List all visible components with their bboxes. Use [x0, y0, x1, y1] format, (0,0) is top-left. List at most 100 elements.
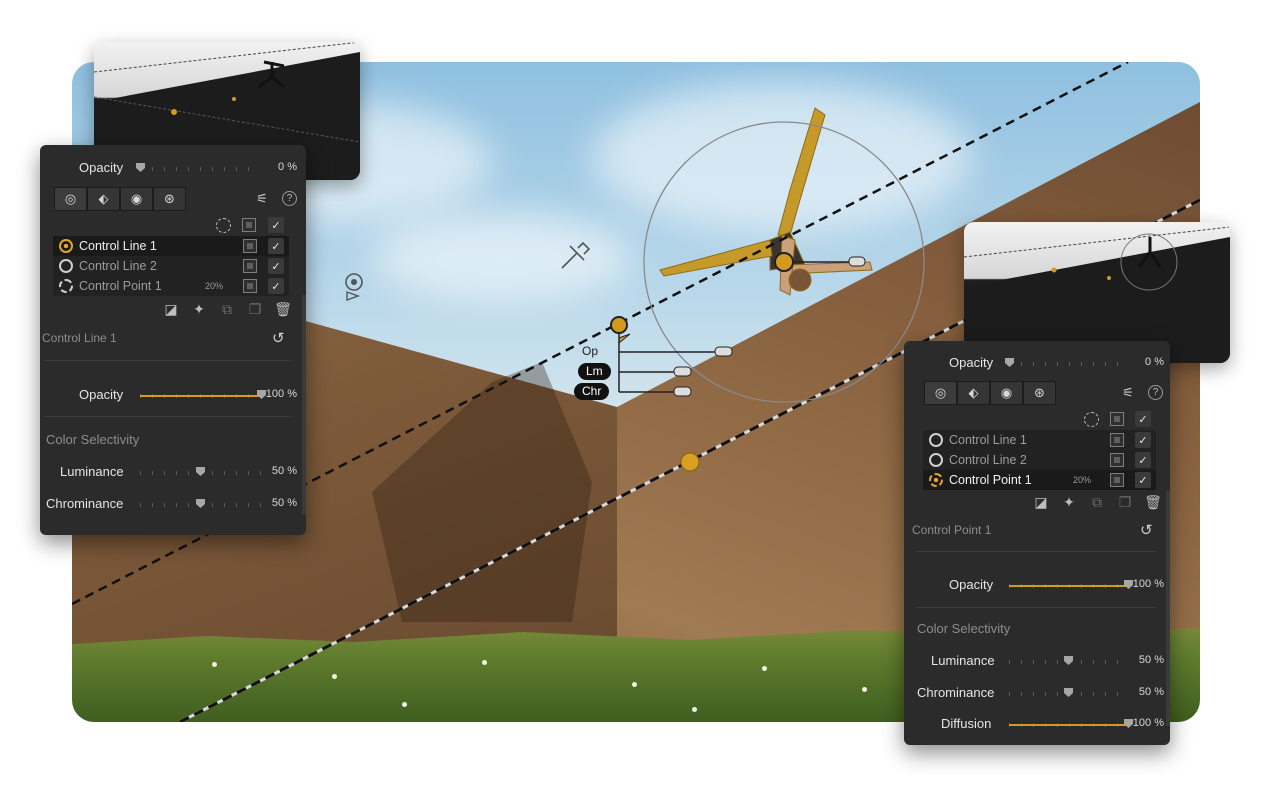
luminance-value: 50 %: [271, 465, 297, 477]
control-line-handle[interactable]: [610, 316, 628, 334]
mask-toggle[interactable]: [243, 239, 257, 253]
mask-toggle[interactable]: [1110, 453, 1124, 467]
list-item-percent: 20%: [205, 281, 224, 291]
panel-scrollbar[interactable]: [1166, 491, 1170, 726]
tool-toolbar: ◎ ⬖ ◉ ⊛: [54, 187, 186, 211]
luminance-value: 50 %: [1138, 654, 1164, 666]
enable-all-checkbox[interactable]: ✓: [268, 217, 284, 233]
delete-icon[interactable]: 🗑: [274, 300, 292, 318]
color-picker-tool-button[interactable]: ⬖: [87, 187, 120, 211]
mask-icon[interactable]: ◪: [162, 300, 180, 318]
delete-icon[interactable]: 🗑: [1144, 493, 1162, 511]
op-handle[interactable]: [714, 346, 733, 357]
mask-toggle[interactable]: [1110, 473, 1124, 487]
reset-icon[interactable]: ↺: [272, 329, 285, 347]
opacity-label: Opacity: [949, 577, 994, 592]
chrominance-value: 50 %: [1138, 686, 1164, 698]
mask-toggle[interactable]: [1110, 433, 1124, 447]
top-opacity-track[interactable]: [1009, 362, 1129, 366]
op-label: Op: [582, 344, 599, 358]
list-settings-icon[interactable]: ⚟: [1120, 385, 1136, 401]
mask-icon[interactable]: ◪: [1032, 493, 1050, 511]
mask-toggle[interactable]: [243, 259, 257, 273]
opacity-row: Opacity 100 %: [904, 574, 1170, 596]
action-toolbar: ◪ ✦ ⧉ ❐ 🗑: [162, 300, 292, 318]
control-line-icon: [59, 259, 73, 273]
list-item-label: Control Point 1: [79, 279, 162, 293]
group-icon[interactable]: ⧉: [218, 300, 236, 318]
list-item-label: Control Line 2: [79, 259, 157, 273]
duplicate-icon[interactable]: ❐: [1116, 493, 1134, 511]
list-item[interactable]: Control Point 1 20% ✓: [923, 470, 1156, 490]
tool-toolbar: ◎ ⬖ ◉ ⊛: [924, 381, 1056, 405]
control-polygon-tool-button[interactable]: ⊛: [1023, 381, 1056, 405]
chrominance-row: Chrominance 50 %: [904, 682, 1170, 704]
list-item-label: Control Line 1: [79, 239, 157, 253]
control-line-icon: [59, 239, 73, 253]
target-icon[interactable]: [345, 273, 363, 301]
color-picker-icon: ⬖: [968, 385, 979, 400]
lm-handle[interactable]: [673, 366, 692, 377]
help-icon[interactable]: ?: [1148, 385, 1163, 400]
list-item[interactable]: Control Point 1 20% ✓: [53, 276, 289, 296]
show-all-ring-icon[interactable]: [216, 218, 231, 233]
list-item[interactable]: Control Line 2 ✓: [53, 256, 289, 276]
control-point-tool-button[interactable]: ◎: [54, 187, 87, 211]
help-icon[interactable]: ?: [282, 191, 297, 206]
control-list: Control Line 1 ✓ Control Line 2 ✓ Contro…: [53, 236, 289, 296]
list-item[interactable]: Control Line 1 ✓: [53, 236, 289, 256]
color-picker-tool-button[interactable]: ⬖: [957, 381, 990, 405]
mask-toggle-header[interactable]: [1110, 412, 1124, 426]
control-point-center[interactable]: [774, 252, 794, 272]
control-line-tool-button[interactable]: ◉: [990, 381, 1023, 405]
diffusion-handle[interactable]: [848, 256, 866, 267]
control-line-anchor[interactable]: [680, 452, 700, 472]
control-point-icon: [929, 473, 943, 487]
list-item-label: Control Point 1: [949, 473, 1032, 487]
control-polygon-tool-button[interactable]: ⊛: [153, 187, 186, 211]
control-point-tool-button[interactable]: ◎: [924, 381, 957, 405]
eyedropper-icon[interactable]: [561, 241, 591, 269]
chrominance-value: 50 %: [271, 497, 297, 509]
opacity-fill: [140, 395, 262, 397]
color-selectivity-heading: Color Selectivity: [917, 621, 1011, 636]
list-item-percent: 20%: [1073, 475, 1092, 485]
duplicate-icon[interactable]: ❐: [246, 300, 264, 318]
add-point-icon[interactable]: ✦: [190, 300, 208, 318]
divider: [44, 416, 290, 417]
control-line-tool-button[interactable]: ◉: [120, 187, 153, 211]
divider: [44, 360, 290, 361]
list-item-label: Control Line 2: [949, 453, 1027, 467]
control-list: Control Line 1 ✓ Control Line 2 ✓ Contro…: [923, 430, 1156, 490]
reset-icon[interactable]: ↺: [1140, 521, 1153, 539]
mask-toggle-header[interactable]: [242, 218, 256, 232]
enable-checkbox[interactable]: ✓: [268, 238, 284, 254]
top-opacity-row: Opacity 0 %: [40, 157, 306, 179]
enable-all-checkbox[interactable]: ✓: [1135, 411, 1151, 427]
control-polygon-icon: ⊛: [164, 191, 175, 206]
top-opacity-label: Opacity: [79, 160, 124, 175]
panel-scrollbar[interactable]: [302, 295, 306, 515]
control-point-icon: ◎: [64, 191, 77, 206]
group-icon[interactable]: ⧉: [1088, 493, 1106, 511]
opacity-fill: [1009, 585, 1129, 587]
chrominance-label: Chrominance: [917, 685, 995, 700]
control-line-icon: [929, 433, 943, 447]
top-opacity-track[interactable]: [140, 167, 260, 171]
enable-checkbox[interactable]: ✓: [268, 258, 284, 274]
chr-handle[interactable]: [673, 386, 692, 397]
enable-checkbox[interactable]: ✓: [1135, 472, 1151, 488]
control-polygon-icon: ⊛: [1034, 385, 1045, 400]
enable-checkbox[interactable]: ✓: [268, 278, 284, 294]
list-item[interactable]: Control Line 1 ✓: [923, 430, 1156, 450]
color-selectivity-heading: Color Selectivity: [46, 432, 140, 447]
list-item[interactable]: Control Line 2 ✓: [923, 450, 1156, 470]
list-settings-icon[interactable]: ⚟: [254, 191, 270, 207]
luminance-label: Luminance: [931, 653, 995, 668]
show-all-ring-icon[interactable]: [1084, 412, 1099, 427]
mask-toggle[interactable]: [243, 279, 257, 293]
opacity-label: Opacity: [79, 387, 124, 402]
enable-checkbox[interactable]: ✓: [1135, 452, 1151, 468]
add-point-icon[interactable]: ✦: [1060, 493, 1078, 511]
enable-checkbox[interactable]: ✓: [1135, 432, 1151, 448]
